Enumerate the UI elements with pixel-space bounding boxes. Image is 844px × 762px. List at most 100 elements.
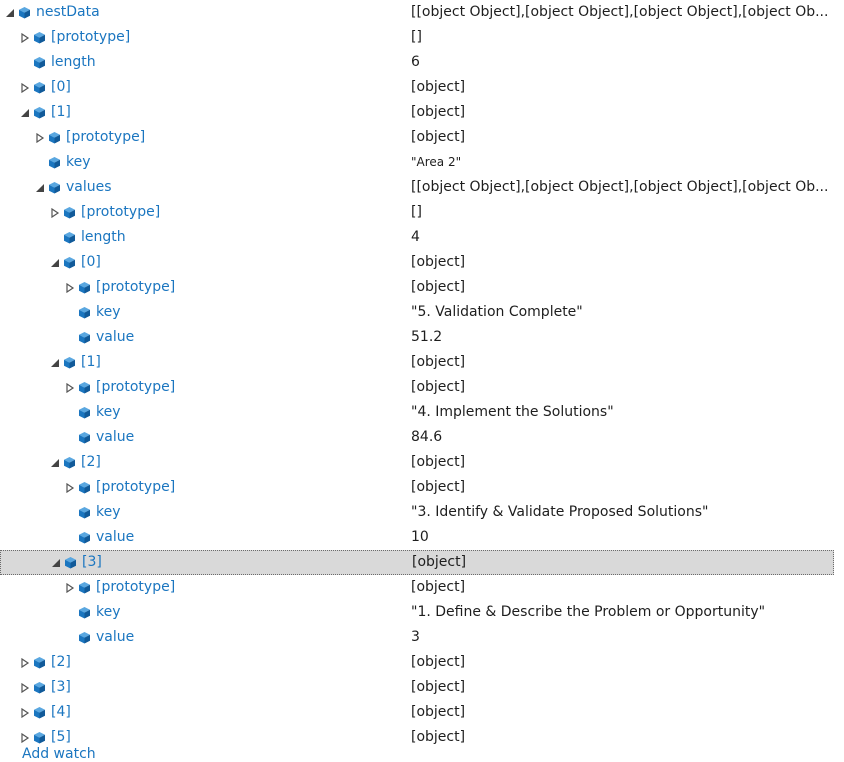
property-value[interactable]: [object]	[412, 550, 466, 575]
tree-row-prototype[interactable]: [prototype] [object]	[0, 125, 844, 150]
expand-triangle-icon[interactable]	[20, 708, 30, 718]
expand-triangle-icon[interactable]	[65, 383, 75, 393]
property-value[interactable]: [object]	[411, 575, 465, 600]
object-cube-icon	[33, 656, 46, 669]
object-cube-icon	[33, 31, 46, 44]
property-name: values	[66, 179, 112, 195]
expand-triangle-icon[interactable]	[20, 683, 30, 693]
property-value[interactable]: 4	[411, 225, 420, 250]
tree-row-values[interactable]: values [[object Object],[object Object],[…	[0, 175, 844, 200]
property-value[interactable]: [object]	[411, 125, 465, 150]
tree-row-key[interactable]: key "5. Validation Complete"	[0, 300, 844, 325]
object-cube-icon	[33, 81, 46, 94]
property-name: value	[96, 329, 135, 345]
tree-row-2[interactable]: [2] [object]	[0, 650, 844, 675]
tree-row-length[interactable]: length 4	[0, 225, 844, 250]
property-value[interactable]: 51.2	[411, 325, 442, 350]
tree-row-key[interactable]: key "4. Implement the Solutions"	[0, 400, 844, 425]
tree-row-1[interactable]: [1] [object]	[0, 350, 844, 375]
tree-row-key[interactable]: key "1. Define & Describe the Problem or …	[0, 600, 844, 625]
property-value[interactable]: 84.6	[411, 425, 442, 450]
tree-row-nestdata[interactable]: nestData [[object Object],[object Object]…	[0, 0, 844, 25]
tree-row-0[interactable]: [0] [object]	[0, 250, 844, 275]
tree-row-value[interactable]: value 51.2	[0, 325, 844, 350]
collapse-triangle-icon[interactable]	[5, 8, 15, 18]
tree-row-1[interactable]: [1] [object]	[0, 100, 844, 125]
expand-triangle-icon[interactable]	[35, 133, 45, 143]
property-name: [3]	[51, 679, 71, 695]
tree-row-key[interactable]: key "Area 2"	[0, 150, 844, 175]
object-cube-icon	[63, 231, 76, 244]
object-cube-icon	[78, 331, 91, 344]
object-cube-icon	[78, 506, 91, 519]
property-value[interactable]: 6	[411, 50, 420, 75]
property-name: [1]	[51, 104, 71, 120]
collapse-triangle-icon[interactable]	[35, 183, 45, 193]
expand-triangle-icon[interactable]	[20, 733, 30, 743]
property-value[interactable]: [object]	[411, 350, 465, 375]
expand-triangle-icon[interactable]	[65, 483, 75, 493]
collapse-triangle-icon[interactable]	[50, 358, 60, 368]
tree-row-prototype[interactable]: [prototype] [object]	[0, 575, 844, 600]
property-name: nestData	[36, 4, 100, 20]
property-value[interactable]: 3	[411, 625, 420, 650]
property-name: [4]	[51, 704, 71, 720]
tree-row-2[interactable]: [2] [object]	[0, 450, 844, 475]
tree-row-3[interactable]: [3] [object]	[0, 550, 834, 575]
tree-row-prototype[interactable]: [prototype] [object]	[0, 275, 844, 300]
property-value[interactable]: []	[411, 200, 422, 225]
expand-triangle-icon[interactable]	[65, 583, 75, 593]
property-value[interactable]: []	[411, 25, 422, 50]
expand-triangle-icon[interactable]	[20, 658, 30, 668]
property-value[interactable]: [object]	[411, 275, 465, 300]
tree-row-prototype[interactable]: [prototype] [object]	[0, 375, 844, 400]
property-value[interactable]: [object]	[411, 450, 465, 475]
property-value[interactable]: [object]	[411, 100, 465, 125]
tree-row-prototype[interactable]: [prototype] [object]	[0, 475, 844, 500]
collapse-triangle-icon[interactable]	[50, 458, 60, 468]
tree-row-prototype[interactable]: [prototype] []	[0, 200, 844, 225]
tree-row-value[interactable]: value 3	[0, 625, 844, 650]
tree-row-length[interactable]: length 6	[0, 50, 844, 75]
collapse-triangle-icon[interactable]	[50, 258, 60, 268]
property-name: [2]	[81, 454, 101, 470]
expand-triangle-icon[interactable]	[50, 208, 60, 218]
property-value[interactable]: "1. Define & Describe the Problem or Opp…	[411, 600, 765, 625]
add-watch-link[interactable]: Add watch	[22, 746, 96, 762]
tree-row-value[interactable]: value 84.6	[0, 425, 844, 450]
object-cube-icon	[78, 431, 91, 444]
property-value[interactable]: [object]	[411, 75, 465, 100]
object-cube-icon	[64, 556, 77, 569]
property-value[interactable]: [object]	[411, 700, 465, 725]
property-value[interactable]: "Area 2"	[411, 150, 461, 175]
tree-row-prototype[interactable]: [prototype] []	[0, 25, 844, 50]
property-name: [2]	[51, 654, 71, 670]
property-value[interactable]: "3. Identify & Validate Proposed Solutio…	[411, 500, 708, 525]
property-value[interactable]: [object]	[411, 650, 465, 675]
expand-triangle-icon[interactable]	[20, 33, 30, 43]
property-value[interactable]: [object]	[411, 725, 465, 750]
object-cube-icon	[33, 731, 46, 744]
property-value[interactable]: 10	[411, 525, 429, 550]
tree-row-key[interactable]: key "3. Identify & Validate Proposed Solu…	[0, 500, 844, 525]
tree-row-4[interactable]: [4] [object]	[0, 700, 844, 725]
property-value[interactable]: [object]	[411, 250, 465, 275]
property-value[interactable]: [object]	[411, 375, 465, 400]
collapse-triangle-icon[interactable]	[51, 558, 61, 568]
property-value[interactable]: [object]	[411, 475, 465, 500]
object-cube-icon	[33, 706, 46, 719]
tree-row-3[interactable]: [3] [object]	[0, 675, 844, 700]
property-value[interactable]: [object]	[411, 675, 465, 700]
object-cube-icon	[33, 56, 46, 69]
expand-triangle-icon[interactable]	[20, 83, 30, 93]
property-value[interactable]: "4. Implement the Solutions"	[411, 400, 614, 425]
collapse-triangle-icon[interactable]	[20, 108, 30, 118]
tree-row-0[interactable]: [0] [object]	[0, 75, 844, 100]
property-name: [prototype]	[81, 204, 161, 220]
property-value[interactable]: [[object Object],[object Object],[object…	[411, 0, 828, 25]
tree-row-value[interactable]: value 10	[0, 525, 844, 550]
property-value[interactable]: [[object Object],[object Object],[object…	[411, 175, 828, 200]
expand-triangle-icon[interactable]	[65, 283, 75, 293]
tree-row-5[interactable]: [5] [object]	[0, 725, 844, 750]
property-value[interactable]: "5. Validation Complete"	[411, 300, 583, 325]
